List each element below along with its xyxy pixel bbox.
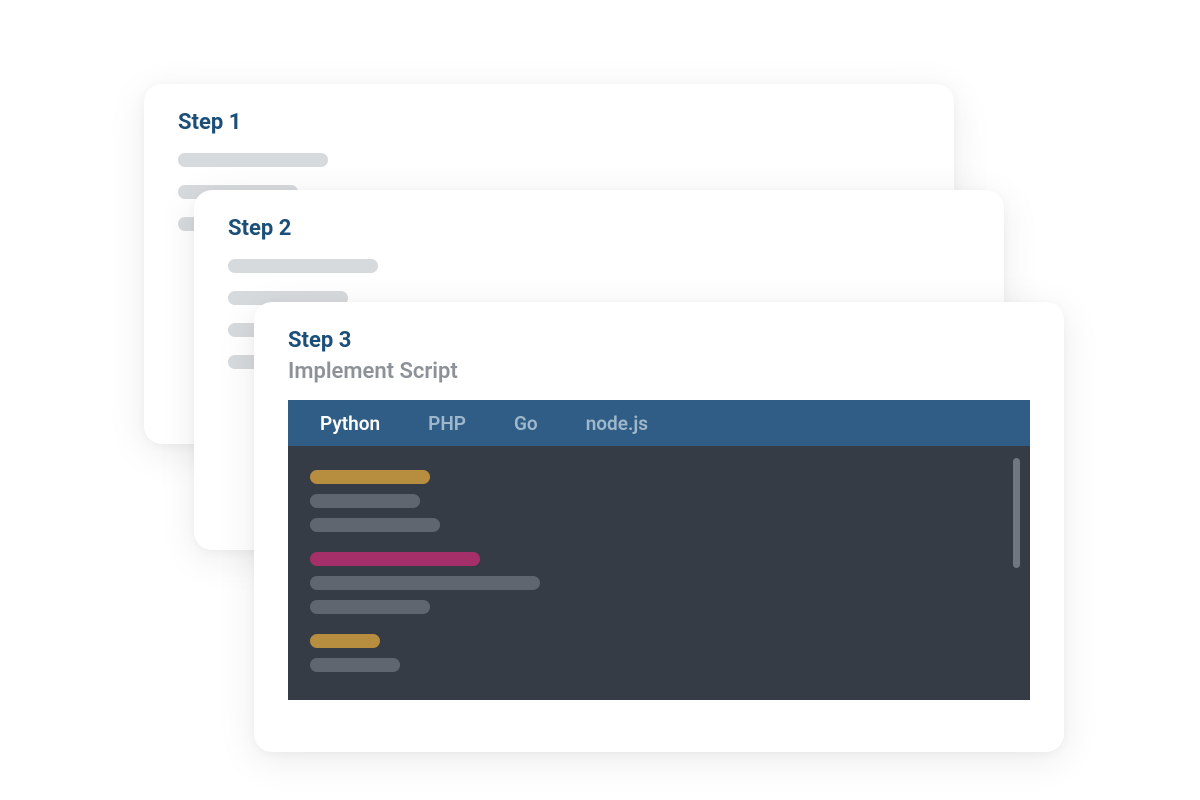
scrollbar-thumb[interactable] (1013, 458, 1020, 568)
tab-nodejs[interactable]: node.js (562, 400, 672, 446)
code-panel: Python PHP Go node.js (288, 400, 1030, 700)
code-line (310, 600, 430, 614)
step-2-title: Step 2 (228, 216, 970, 241)
placeholder-line (178, 153, 328, 167)
code-line (310, 576, 540, 590)
code-line (310, 552, 480, 566)
tab-go[interactable]: Go (490, 400, 562, 446)
code-line (310, 658, 400, 672)
code-body (288, 446, 1030, 700)
placeholder-line (228, 259, 378, 273)
code-line (310, 494, 420, 508)
step-3-subtitle: Implement Script (288, 359, 1030, 384)
step-1-title: Step 1 (178, 110, 920, 135)
code-line (310, 470, 430, 484)
tab-python[interactable]: Python (296, 400, 404, 446)
step-card-3: Step 3 Implement Script Python PHP Go no… (254, 302, 1064, 752)
tab-php[interactable]: PHP (404, 400, 490, 446)
code-line (310, 518, 440, 532)
step-3-title: Step 3 (288, 328, 1030, 353)
code-tabs: Python PHP Go node.js (288, 400, 1030, 446)
code-line (310, 634, 380, 648)
